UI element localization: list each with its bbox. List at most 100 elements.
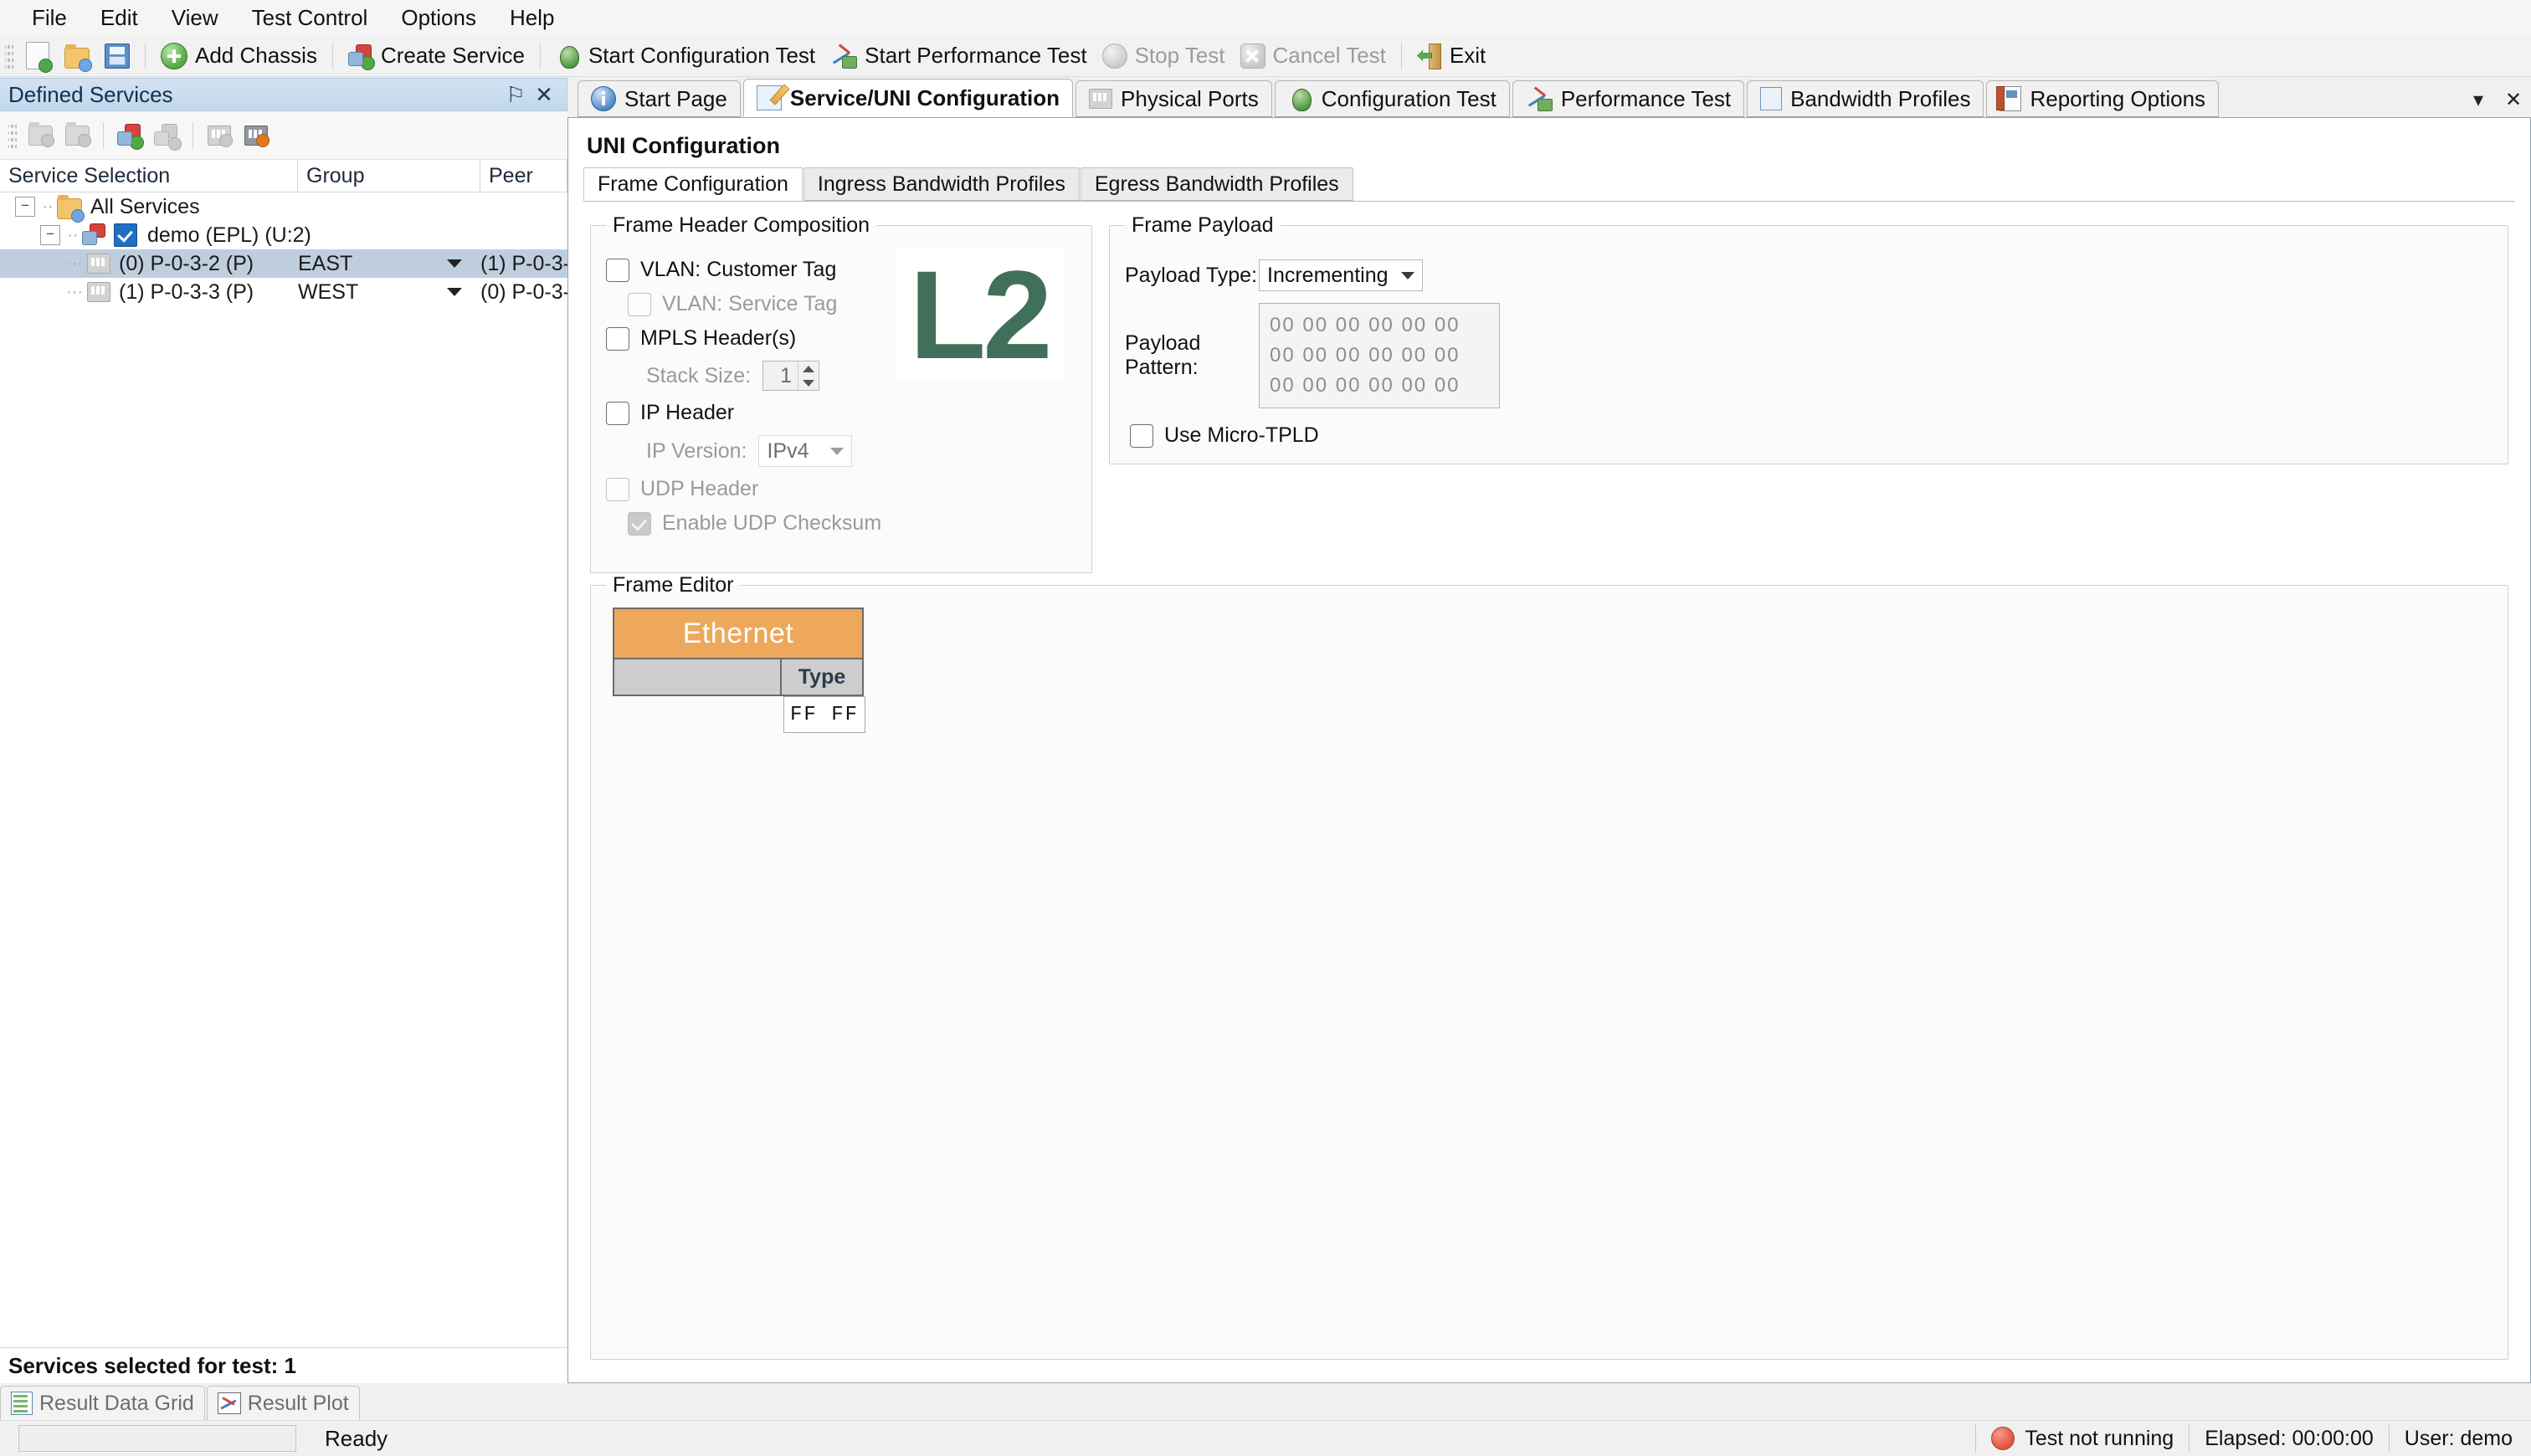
chevron-down-icon — [830, 447, 845, 455]
tab-configuration-test[interactable]: Configuration Test — [1274, 80, 1510, 117]
exit-button[interactable]: Exit — [1409, 38, 1493, 74]
stepper-arrows[interactable] — [798, 361, 819, 390]
add-service-button[interactable] — [111, 117, 148, 154]
table-row[interactable]: ··· (1) P-0-3-3 (P) WEST (0) P-0-3-2 ( — [0, 278, 567, 306]
tab-result-plot[interactable]: Result Plot — [206, 1386, 360, 1420]
add-chassis-icon — [161, 42, 187, 69]
tab-performance-test[interactable]: Performance Test — [1512, 80, 1745, 117]
uni-configuration-page: UNI Configuration Frame Configuration In… — [567, 118, 2531, 1383]
l2-logo-text: L2 — [909, 244, 1052, 385]
payload-pattern-label: Payload Pattern: — [1125, 331, 1201, 379]
tree-label-all-services: All Services — [90, 194, 200, 218]
panel-toolbar-grip[interactable] — [8, 120, 17, 150]
exit-label: Exit — [1449, 43, 1486, 68]
frame-protocol-ethernet[interactable]: Ethernet — [613, 608, 864, 659]
stack-size-label: Stack Size: — [646, 363, 752, 387]
status-led-icon — [1991, 1427, 2015, 1450]
menu-item-file[interactable]: File — [15, 3, 84, 33]
save-document-button[interactable] — [97, 38, 137, 74]
add-group-button[interactable] — [22, 117, 59, 154]
tree-row-all-services[interactable]: − ·· All Services — [0, 192, 567, 223]
remove-group-icon — [64, 121, 91, 147]
payload-type-label: Payload Type: — [1125, 263, 1257, 287]
column-header-group[interactable]: Group — [298, 160, 480, 192]
frame-field-blank[interactable] — [614, 659, 782, 695]
stack-size-stepper[interactable]: 1 — [762, 361, 820, 391]
tree-row-service-demo[interactable]: − ·· demo (EPL) (U:2) — [0, 221, 567, 249]
stepper-up-icon[interactable] — [798, 361, 819, 376]
column-header-peer[interactable]: Peer — [480, 160, 567, 192]
menu-item-edit[interactable]: Edit — [84, 3, 155, 33]
new-document-button[interactable] — [18, 38, 57, 74]
tab-bandwidth-profiles[interactable]: Bandwidth Profiles — [1747, 80, 1984, 117]
remove-service-button[interactable] — [148, 117, 185, 154]
expander-icon[interactable]: − — [40, 225, 60, 245]
ip-version-select[interactable]: IPv4 — [758, 435, 853, 467]
stop-test-icon — [1101, 43, 1127, 69]
cancel-test-button[interactable]: Cancel Test — [1233, 38, 1394, 74]
expander-icon[interactable]: − — [15, 197, 35, 217]
l2-logo: L2 — [896, 248, 1063, 382]
status-ready-label: Ready — [325, 1425, 388, 1451]
sub-tab-ingress-bandwidth-profiles[interactable]: Ingress Bandwidth Profiles — [803, 167, 1080, 201]
menu-item-help[interactable]: Help — [493, 3, 571, 33]
chevron-down-icon[interactable] — [447, 288, 462, 296]
chevron-down-icon[interactable] — [447, 259, 462, 268]
info-icon — [591, 86, 616, 111]
port-group-cell[interactable]: WEST — [298, 280, 480, 305]
add-chassis-button[interactable]: Add Chassis — [153, 38, 325, 74]
create-service-button[interactable]: Create Service — [341, 38, 532, 74]
checkbox-use-micro-tpld[interactable]: Use Micro-TPLD — [1130, 423, 2492, 448]
tab-list-dropdown-icon[interactable]: ▾ — [2461, 88, 2496, 112]
checkbox-udp-header[interactable]: UDP Header — [606, 477, 1076, 501]
frame-field-type-value[interactable]: FF FF — [783, 696, 865, 733]
folder-icon — [57, 195, 85, 223]
tab-reporting-options[interactable]: Reporting Options — [1986, 80, 2220, 117]
remove-port-button[interactable] — [238, 117, 275, 154]
stop-test-button[interactable]: Stop Test — [1095, 38, 1233, 74]
service-checkbox[interactable] — [114, 223, 137, 247]
checkbox-enable-udp-checksum[interactable]: Enable UDP Checksum — [628, 511, 1076, 536]
add-port-button[interactable] — [201, 117, 238, 154]
tab-close-icon[interactable]: ✕ — [2496, 88, 2531, 112]
main-toolbar: Add Chassis Create Service Start Configu… — [0, 35, 2531, 77]
start-configuration-test-button[interactable]: Start Configuration Test — [548, 38, 823, 74]
start-performance-test-icon — [830, 44, 858, 69]
menu-item-test-control[interactable]: Test Control — [235, 3, 385, 33]
toolbar-grip[interactable] — [5, 41, 13, 70]
checkbox-use-micro-tpld-label: Use Micro-TPLD — [1164, 423, 1319, 447]
tab-service-uni-configuration[interactable]: Service/UNI Configuration — [742, 79, 1074, 117]
sub-tab-egress-bandwidth-profiles[interactable]: Egress Bandwidth Profiles — [1080, 167, 1353, 201]
tab-result-data-grid[interactable]: Result Data Grid — [0, 1386, 205, 1420]
chevron-down-icon — [1401, 271, 1414, 279]
payload-pattern-field[interactable]: 00 00 00 00 00 00 00 00 00 00 00 00 00 0… — [1259, 303, 1500, 408]
remove-group-button[interactable] — [59, 117, 95, 154]
frame-editor-legend: Frame Editor — [613, 573, 734, 597]
tab-start-page-label: Start Page — [624, 85, 727, 111]
menu-item-view[interactable]: View — [155, 3, 235, 33]
bug-icon — [1288, 86, 1313, 111]
checkbox-vlan-customer-tag-label: VLAN: Customer Tag — [640, 258, 837, 281]
close-icon[interactable]: ✕ — [530, 82, 558, 108]
stepper-down-icon[interactable] — [798, 376, 819, 390]
sub-tab-frame-configuration[interactable]: Frame Configuration — [583, 167, 803, 201]
port-group-cell[interactable]: EAST — [298, 252, 480, 276]
table-row[interactable]: ··· (0) P-0-3-2 (P) EAST (1) P-0-3-3 ( — [0, 249, 567, 278]
payload-pattern-row-3: 00 00 00 00 00 00 — [1270, 374, 1461, 397]
column-header-service-selection[interactable]: Service Selection — [0, 160, 298, 192]
checkbox-ip-header[interactable]: IP Header — [606, 401, 1076, 425]
result-tab-strip: Result Data Grid Result Plot — [0, 1383, 567, 1420]
tree-label-service-demo: demo (EPL) (U:2) — [147, 223, 311, 247]
result-plot-icon — [217, 1392, 241, 1414]
payload-type-select[interactable]: Incrementing — [1259, 259, 1423, 291]
tab-start-page[interactable]: Start Page — [578, 80, 741, 117]
frame-editor-stack: Ethernet Type FF FF — [613, 608, 865, 733]
pin-icon[interactable]: ⚐ — [501, 82, 530, 108]
open-document-button[interactable] — [57, 38, 97, 74]
frame-field-type-header[interactable]: Type — [782, 659, 862, 695]
tab-physical-ports[interactable]: Physical Ports — [1076, 80, 1272, 117]
save-icon — [105, 43, 130, 69]
menu-item-options[interactable]: Options — [384, 3, 493, 33]
frame-payload-group: Frame Payload Payload Type: Incrementing… — [1109, 213, 2508, 464]
start-performance-test-button[interactable]: Start Performance Test — [823, 38, 1094, 74]
